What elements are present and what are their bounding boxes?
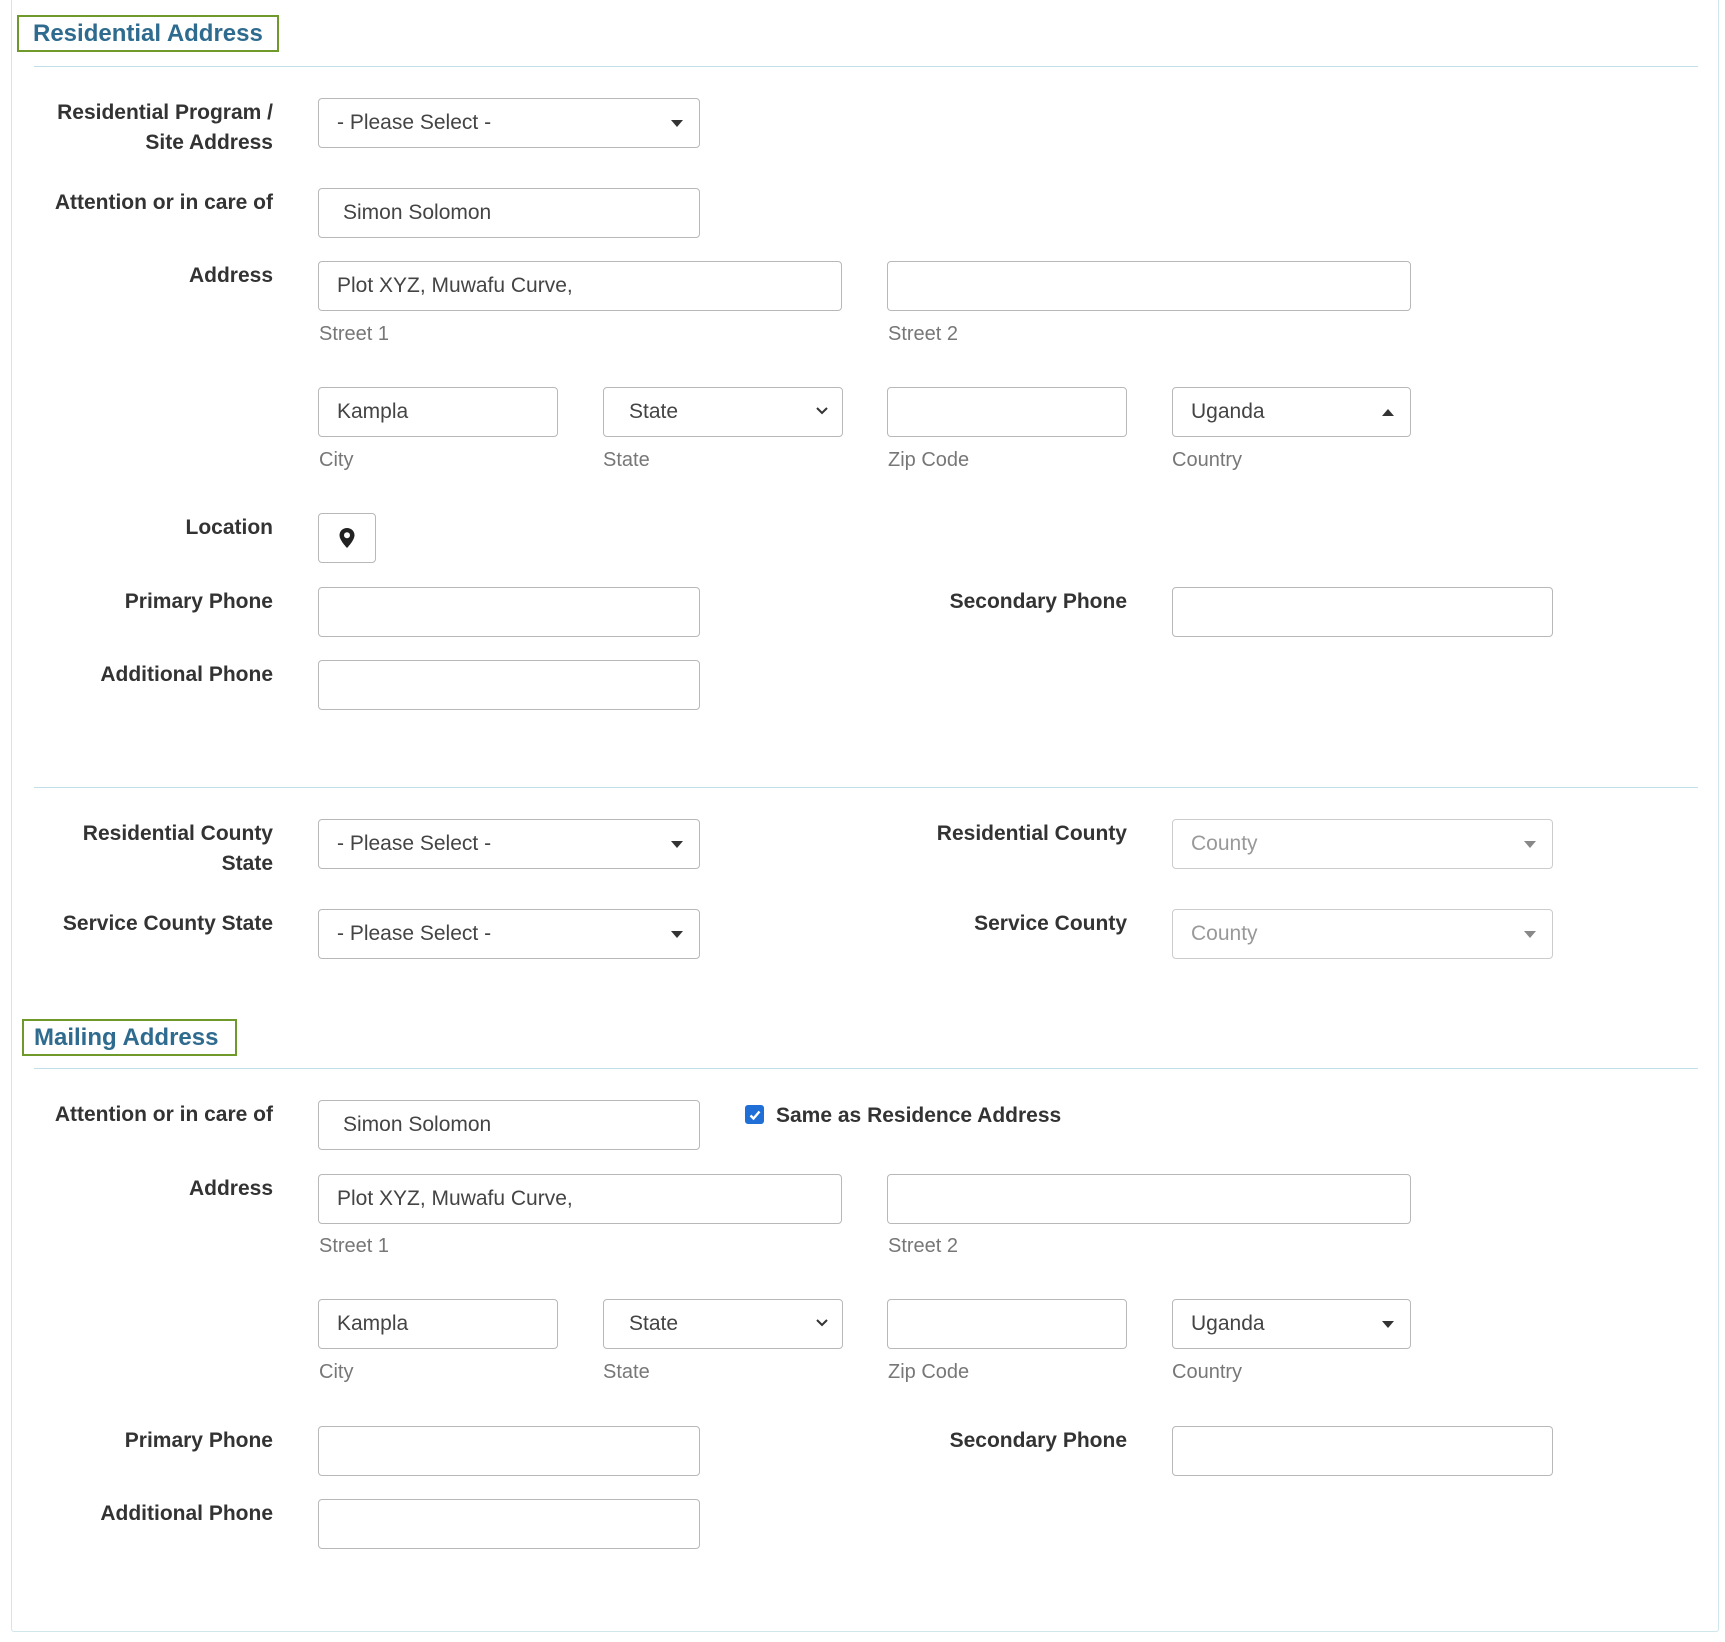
res-county-state-label-line1: Residential County — [82, 822, 273, 845]
map-marker-icon — [339, 528, 355, 548]
attention-value: Simon Solomon — [343, 201, 492, 224]
divider — [34, 1068, 1698, 1069]
zip-input[interactable] — [887, 387, 1127, 437]
location-button[interactable] — [318, 513, 376, 563]
mailing-additional-phone-label: Additional Phone — [100, 1502, 273, 1525]
caret-up-icon — [1382, 409, 1394, 416]
caret-down-icon — [671, 931, 683, 938]
program-site-value: - Please Select - — [337, 111, 492, 134]
mailing-secondary-phone-input[interactable] — [1172, 1426, 1553, 1476]
city-input[interactable]: Kampla — [318, 387, 558, 437]
zip-caption: Zip Code — [888, 449, 970, 471]
primary-phone-label: Primary Phone — [124, 590, 273, 613]
secondary-phone-input[interactable] — [1172, 587, 1553, 637]
mailing-city-input[interactable]: Kampla — [318, 1299, 558, 1349]
secondary-phone-label: Secondary Phone — [949, 590, 1127, 613]
caret-down-icon — [1524, 931, 1536, 938]
program-site-label: Residential Program / Site Address — [13, 98, 273, 158]
caret-down-icon — [1524, 841, 1536, 848]
mailing-state-select[interactable]: State — [603, 1299, 843, 1349]
mailing-primary-phone-input[interactable] — [318, 1426, 700, 1476]
mailing-state-value: State — [629, 1312, 679, 1335]
same-as-residence-checkbox[interactable] — [745, 1105, 764, 1124]
res-county-label: Residential County — [936, 822, 1127, 845]
service-county-label: Service County — [974, 912, 1127, 935]
caret-down-icon — [671, 120, 683, 127]
checkmark-icon — [749, 1110, 760, 1120]
mailing-city-caption: City — [319, 1361, 354, 1383]
res-county-state-value: - Please Select - — [337, 832, 492, 855]
res-county-state-label-line2: State — [221, 852, 273, 875]
res-county-state-select[interactable]: - Please Select - — [318, 819, 700, 869]
res-county-state-label: Residential County State — [13, 819, 273, 879]
state-value: State — [629, 400, 679, 423]
res-county-select[interactable]: County — [1172, 819, 1553, 869]
program-label-line1: Residential Program / — [57, 101, 273, 124]
street2-input[interactable] — [887, 261, 1411, 311]
divider — [34, 787, 1698, 788]
mailing-primary-phone-label: Primary Phone — [124, 1429, 273, 1452]
chevron-down-icon — [816, 1319, 828, 1327]
location-label: Location — [185, 516, 274, 539]
mailing-address-label: Address — [188, 1177, 273, 1200]
mailing-attention-value: Simon Solomon — [343, 1113, 492, 1136]
mailing-country-value: Uganda — [1191, 1312, 1265, 1335]
mailing-section-title: Mailing Address — [22, 1019, 237, 1056]
country-caption: Country — [1172, 449, 1243, 471]
mailing-zip-caption: Zip Code — [888, 1361, 970, 1383]
form-panel — [11, 0, 1719, 1632]
country-select[interactable]: Uganda — [1172, 387, 1411, 437]
mailing-city-value: Kampla — [337, 1312, 409, 1335]
same-as-residence-label[interactable]: Same as Residence Address — [776, 1104, 1061, 1128]
mailing-state-caption: State — [603, 1361, 650, 1383]
state-caption: State — [603, 449, 650, 471]
service-county-value: County — [1191, 922, 1258, 945]
mailing-country-caption: Country — [1172, 1361, 1243, 1383]
chevron-down-icon — [816, 407, 828, 415]
program-label-line2: Site Address — [145, 131, 273, 154]
service-county-state-label: Service County State — [62, 912, 273, 935]
attention-input[interactable]: Simon Solomon — [318, 188, 700, 238]
mailing-street1-input[interactable]: Plot XYZ, Muwafu Curve, — [318, 1174, 842, 1224]
mailing-zip-input[interactable] — [887, 1299, 1127, 1349]
mailing-secondary-phone-label: Secondary Phone — [949, 1429, 1127, 1452]
primary-phone-input[interactable] — [318, 587, 700, 637]
additional-phone-label: Additional Phone — [100, 663, 273, 686]
street1-caption: Street 1 — [319, 323, 390, 345]
state-select[interactable]: State — [603, 387, 843, 437]
res-county-value: County — [1191, 832, 1258, 855]
street1-value: Plot XYZ, Muwafu Curve, — [337, 274, 573, 297]
country-value: Uganda — [1191, 400, 1265, 423]
caret-down-icon — [671, 841, 683, 848]
mailing-additional-phone-input[interactable] — [318, 1499, 700, 1549]
attention-label: Attention or in care of — [54, 191, 273, 214]
additional-phone-input[interactable] — [318, 660, 700, 710]
city-caption: City — [319, 449, 354, 471]
mailing-street2-caption: Street 2 — [888, 1235, 959, 1257]
divider — [34, 66, 1698, 67]
service-county-state-select[interactable]: - Please Select - — [318, 909, 700, 959]
mailing-street1-caption: Street 1 — [319, 1235, 390, 1257]
caret-down-icon — [1382, 1321, 1394, 1328]
program-site-select[interactable]: - Please Select - — [318, 98, 700, 148]
mailing-street1-value: Plot XYZ, Muwafu Curve, — [337, 1187, 573, 1210]
service-county-state-value: - Please Select - — [337, 922, 492, 945]
service-county-select[interactable]: County — [1172, 909, 1553, 959]
street2-caption: Street 2 — [888, 323, 959, 345]
street1-input[interactable]: Plot XYZ, Muwafu Curve, — [318, 261, 842, 311]
mailing-country-select[interactable]: Uganda — [1172, 1299, 1411, 1349]
residential-section-title: Residential Address — [17, 15, 279, 52]
city-value: Kampla — [337, 400, 409, 423]
mailing-street2-input[interactable] — [887, 1174, 1411, 1224]
mailing-attention-label: Attention or in care of — [54, 1103, 273, 1126]
mailing-attention-input[interactable]: Simon Solomon — [318, 1100, 700, 1150]
address-label: Address — [188, 264, 273, 287]
